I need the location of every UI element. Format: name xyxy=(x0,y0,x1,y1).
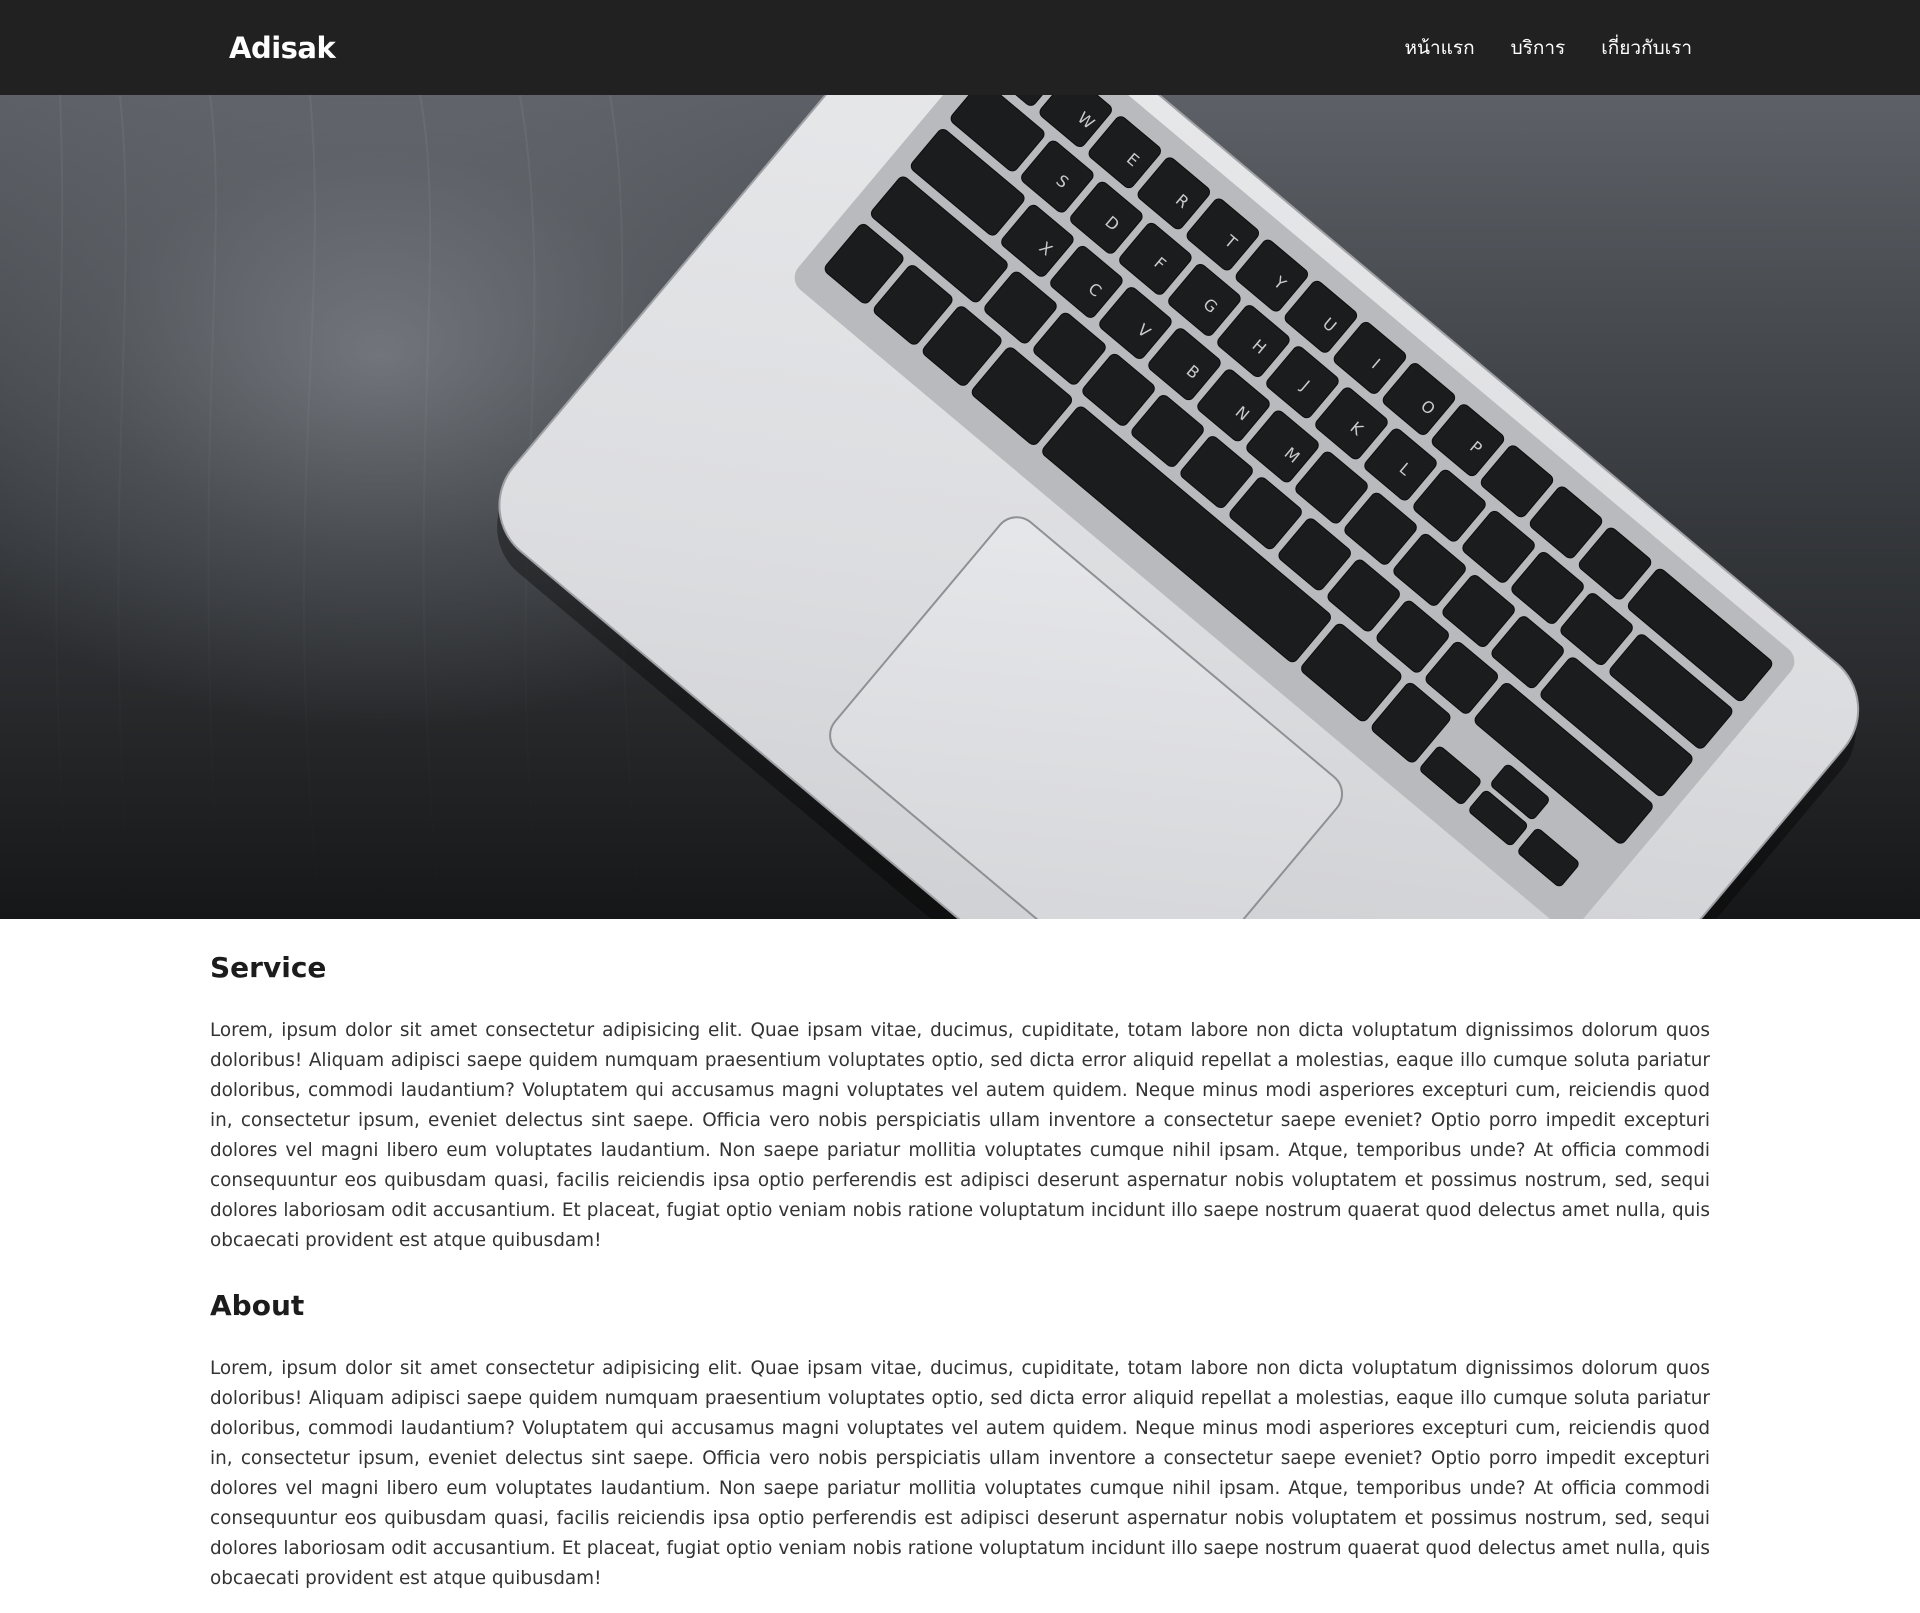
about-section: About Lorem, ipsum dolor sit amet consec… xyxy=(210,1278,1710,1594)
nav-links: หน้าแรก บริการ เกี่ยวกับเรา xyxy=(1404,33,1692,63)
hero-image: Q W E R T Y U I O P S D F G H J K L X C xyxy=(0,95,1920,919)
service-heading: Service xyxy=(210,951,327,984)
brand-logo-link[interactable]: Adisak xyxy=(229,28,336,68)
nav-link-home[interactable]: หน้าแรก xyxy=(1404,33,1474,63)
nav-link-services[interactable]: บริการ xyxy=(1511,33,1566,63)
service-section: Service Lorem, ipsum dolor sit amet cons… xyxy=(210,940,1710,1256)
nav-link-about[interactable]: เกี่ยวกับเรา xyxy=(1601,33,1692,63)
about-paragraph: Lorem, ipsum dolor sit amet consectetur … xyxy=(210,1358,1710,1589)
service-paragraph: Lorem, ipsum dolor sit amet consectetur … xyxy=(210,1020,1710,1251)
main-content: Service Lorem, ipsum dolor sit amet cons… xyxy=(210,940,1710,1594)
top-navbar: Adisak หน้าแรก บริการ เกี่ยวกับเรา xyxy=(0,0,1920,95)
laptop-photo-icon: Q W E R T Y U I O P S D F G H J K L X C xyxy=(55,95,1860,919)
about-heading: About xyxy=(210,1289,305,1322)
